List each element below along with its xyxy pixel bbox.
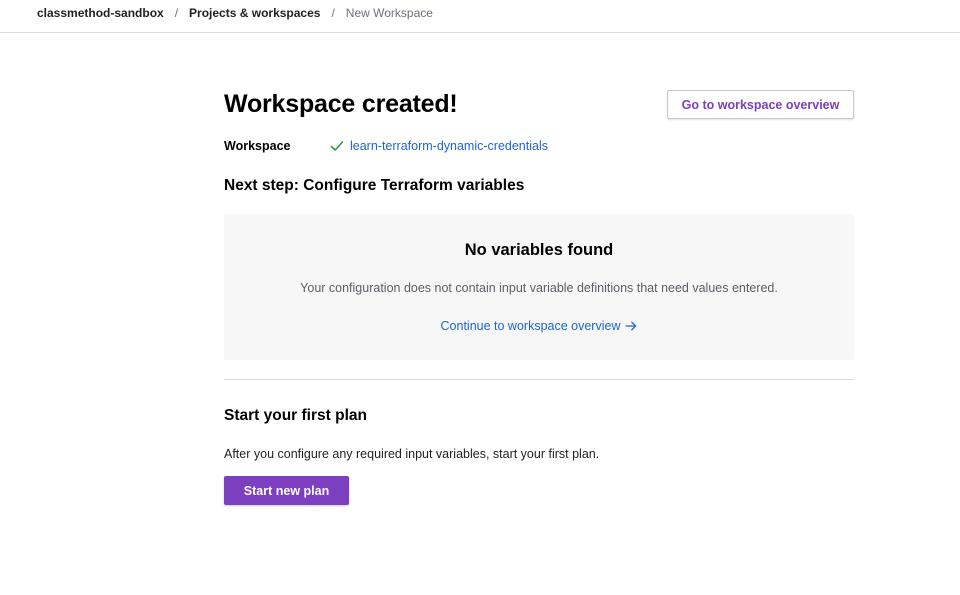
empty-state-title: No variables found [464,241,614,259]
empty-state-description: Your configuration does not contain inpu… [300,281,778,295]
breadcrumb-current: New Workspace [345,6,433,20]
next-step-heading: Next step: Configure Terraform variables [224,177,525,194]
breadcrumb-separator: / [174,6,179,20]
page-title: Workspace created! [224,90,458,118]
arrow-right-icon [625,320,637,332]
start-new-plan-button[interactable]: Start new plan [224,476,349,505]
check-icon [330,139,344,153]
workspace-row: Workspace learn-terraform-dynamic-creden… [224,139,548,153]
breadcrumb-separator: / [331,6,335,20]
breadcrumb: classmethod-sandbox / Projects & workspa… [37,5,433,21]
breadcrumb-projects[interactable]: Projects & workspaces [189,6,320,20]
variables-empty-state: No variables found Your configuration do… [224,214,854,360]
section-divider [224,379,854,380]
first-plan-heading: Start your first plan [224,407,367,424]
continue-to-overview-link[interactable]: Continue to workspace overview [224,319,854,333]
top-bar: classmethod-sandbox / Projects & workspa… [0,0,960,33]
workspace-name-link[interactable]: learn-terraform-dynamic-credentials [350,139,548,153]
first-plan-description: After you configure any required input v… [224,447,600,461]
go-to-workspace-overview-button[interactable]: Go to workspace overview [667,90,854,119]
continue-link-label: Continue to workspace overview [440,319,621,333]
workspace-label: Workspace [224,139,291,153]
breadcrumb-org[interactable]: classmethod-sandbox [37,6,164,20]
